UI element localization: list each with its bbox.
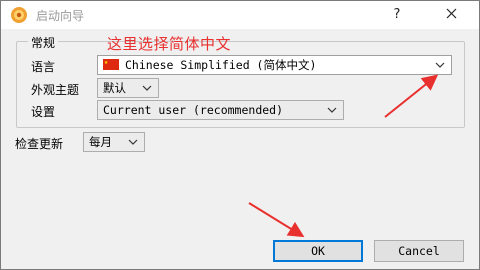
- language-select[interactable]: Chinese Simplified (简体中文): [97, 55, 452, 75]
- close-icon: [446, 8, 456, 19]
- chevron-down-icon: [327, 107, 337, 113]
- cancel-button[interactable]: Cancel: [374, 240, 464, 262]
- theme-label: 外观主题: [31, 83, 80, 97]
- annotation-text: 这里选择简体中文: [107, 35, 232, 53]
- help-button[interactable]: ?: [385, 5, 409, 25]
- china-flag-icon: [103, 56, 119, 70]
- settings-label: 设置: [31, 105, 56, 119]
- title-bar[interactable]: 启动向导 ?: [1, 1, 479, 29]
- check-updates-select-value: 每月: [89, 135, 112, 149]
- language-select-value: Chinese Simplified (简体中文): [125, 58, 317, 72]
- startup-wizard-dialog: 启动向导 ? 常规 这里选择简体中文 语言 Chinese Simplified…: [0, 0, 480, 270]
- check-updates-select[interactable]: 每月: [83, 132, 145, 152]
- ok-button[interactable]: OK: [273, 240, 363, 262]
- language-label: 语言: [31, 60, 56, 74]
- window-title: 启动向导: [36, 9, 85, 23]
- chevron-down-icon: [435, 62, 445, 68]
- app-logo-icon: [11, 7, 27, 23]
- general-group-label: 常规: [28, 34, 59, 51]
- chevron-down-icon: [142, 85, 152, 91]
- theme-select[interactable]: 默认: [97, 78, 159, 98]
- chevron-down-icon: [128, 139, 138, 145]
- settings-select-value: Current user (recommended): [103, 103, 284, 117]
- theme-select-value: 默认: [103, 81, 126, 95]
- arrow-to-ok-button: [248, 202, 305, 238]
- close-button[interactable]: [439, 5, 463, 25]
- settings-select[interactable]: Current user (recommended): [97, 100, 344, 120]
- check-updates-label: 检查更新: [15, 137, 64, 151]
